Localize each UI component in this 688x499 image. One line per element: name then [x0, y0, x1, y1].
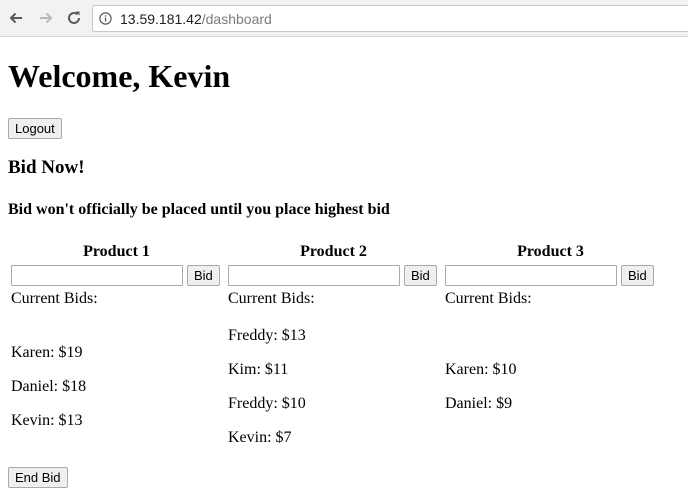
bid-entry: Daniel: $9 [445, 395, 513, 412]
bid-row: Bid [225, 264, 442, 286]
product-2-bid-button[interactable]: Bid [404, 264, 437, 286]
product-1-column: Product 1 Bid Current Bids: Karen: $19 D… [8, 242, 225, 429]
url-host: 13.59.181.42 [120, 10, 202, 27]
bid-entry: Karen: $10 [445, 361, 517, 378]
product-title: Product 3 [517, 243, 584, 260]
product-1-bid-input[interactable] [11, 264, 183, 286]
bid-entry: Daniel: $18 [11, 378, 87, 395]
product-title: Product 1 [83, 243, 150, 260]
product-3-bid-button[interactable]: Bid [621, 264, 654, 286]
bid-entry: Karen: $19 [11, 344, 83, 361]
back-arrow-icon [9, 12, 22, 24]
end-bid-button[interactable]: End Bid [8, 467, 68, 488]
bid-entry: Kim: $11 [228, 361, 289, 378]
bid-entry: Kevin: $7 [228, 429, 292, 446]
back-button[interactable] [6, 8, 26, 28]
browser-toolbar: 13.59.181.42/dashboard [0, 0, 688, 37]
product-2-column: Product 2 Bid Current Bids: Freddy: $13 … [225, 242, 442, 446]
current-bids-label: Current Bids: [445, 290, 532, 307]
address-bar[interactable]: 13.59.181.42/dashboard [92, 5, 688, 32]
logout-button[interactable]: Logout [8, 118, 62, 139]
bid-row: Bid [442, 264, 659, 286]
bid-entry: Kevin: $13 [11, 412, 83, 429]
info-icon[interactable] [99, 12, 112, 25]
bid-entry: Freddy: $13 [228, 327, 306, 344]
forward-button[interactable] [36, 8, 56, 28]
reload-icon [68, 11, 80, 24]
product-1-bid-button[interactable]: Bid [187, 264, 220, 286]
page-title: Welcome, Kevin [8, 58, 231, 94]
bid-entry: Freddy: $10 [228, 395, 306, 412]
url-path: /dashboard [201, 10, 272, 27]
bid-now-heading: Bid Now! [8, 157, 85, 178]
bid-row: Bid [8, 264, 225, 286]
bid-note: Bid won't officially be placed until you… [8, 201, 390, 218]
product-3-bid-input[interactable] [445, 264, 617, 286]
current-bids-label: Current Bids: [228, 290, 315, 307]
product-3-column: Product 3 Bid Current Bids: Karen: $10 D… [442, 242, 659, 412]
reload-button[interactable] [64, 8, 84, 28]
forward-arrow-icon [40, 12, 53, 24]
product-title: Product 2 [300, 243, 367, 260]
product-2-bid-input[interactable] [228, 264, 400, 286]
current-bids-label: Current Bids: [11, 290, 98, 307]
